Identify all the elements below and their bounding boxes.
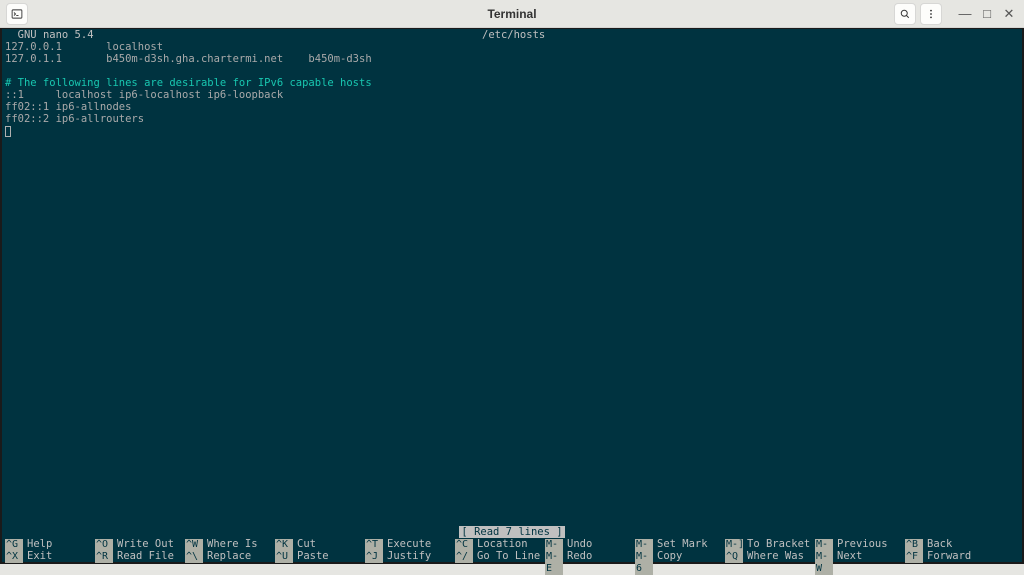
shortcut-item: ^\ Replace (185, 550, 275, 562)
shortcut-label: Execute (387, 538, 431, 550)
shortcut-item: M-ERedo (545, 550, 635, 562)
shortcut-label: Read File (117, 550, 174, 562)
shortcut-key: ^J (365, 551, 383, 563)
shortcut-item: M-WNext (815, 550, 905, 562)
shortcut-label: Set Mark (657, 538, 708, 550)
shortcut-key: ^R (95, 551, 113, 563)
shortcut-key: M-6 (635, 551, 653, 575)
shortcut-label: Next (837, 550, 862, 562)
shortcut-label: Justify (387, 550, 431, 562)
shortcut-key: M-W (815, 551, 833, 575)
shortcut-label: Undo (567, 538, 592, 550)
shortcut-item: M-]To Bracket (725, 538, 815, 550)
terminal-area[interactable]: GNU nano 5.4 /etc/hosts 127.0.0.1 localh… (0, 28, 1024, 564)
shortcut-item: ^X Exit (5, 550, 95, 562)
shortcut-label: Previous (837, 538, 888, 550)
shortcut-key: ^F (905, 551, 923, 563)
shortcut-item: ^TExecute (365, 538, 455, 550)
shortcut-item: ^KCut (275, 538, 365, 550)
shortcut-label: Forward (927, 550, 971, 562)
maximize-button[interactable]: □ (978, 5, 996, 23)
shortcut-label: Go To Line (477, 550, 540, 562)
shortcut-item: ^Q Where Was (725, 550, 815, 562)
shortcut-item: ^CLocation (455, 538, 545, 550)
shortcut-key: M-E (545, 551, 563, 575)
shortcut-label: Help (27, 538, 52, 550)
shortcut-label: Paste (297, 550, 329, 562)
shortcut-label: Exit (27, 550, 52, 562)
shortcut-label: To Bracket (747, 538, 810, 550)
shortcut-label: Location (477, 538, 528, 550)
shortcut-label: Redo (567, 550, 592, 562)
close-button[interactable]: ✕ (1000, 5, 1018, 23)
search-icon[interactable] (894, 3, 916, 25)
minimize-button[interactable]: — (956, 5, 974, 23)
shortcut-label: Copy (657, 550, 682, 562)
menu-icon[interactable] (920, 3, 942, 25)
shortcut-item: ^OWrite Out (95, 538, 185, 550)
shortcut-item: M-QPrevious (815, 538, 905, 550)
nano-filename: /etc/hosts (482, 29, 545, 41)
shortcut-key: ^X (5, 551, 23, 563)
shortcut-item: ^/ Go To Line (455, 550, 545, 562)
shortcut-key: ^U (275, 551, 293, 563)
shortcut-label: Cut (297, 538, 316, 550)
shortcut-key: ^/ (455, 551, 473, 563)
shortcut-item: ^GHelp (5, 538, 95, 550)
shortcut-item: ^J Justify (365, 550, 455, 562)
shortcut-label: Back (927, 538, 952, 550)
window-titlebar: Terminal — □ ✕ (0, 0, 1024, 28)
shortcut-item: M-6Copy (635, 550, 725, 562)
shortcut-item: M-ASet Mark (635, 538, 725, 550)
nano-titlebar: GNU nano 5.4 /etc/hosts (2, 29, 1022, 41)
shortcut-item: ^WWhere Is (185, 538, 275, 550)
shortcut-key: ^\ (185, 551, 203, 563)
nano-version: GNU nano 5.4 (5, 29, 94, 41)
shortcut-item: ^BBack (905, 538, 995, 550)
window-title: Terminal (0, 7, 1024, 21)
shortcut-label: Where Is (207, 538, 258, 550)
shortcut-item: ^F Forward (905, 550, 995, 562)
cursor (5, 126, 11, 137)
shortcut-label: Where Was (747, 550, 804, 562)
nano-shortcuts: ^GHelp^X Exit ^OWrite Out^R Read File ^WWher… (2, 538, 1022, 562)
nano-status: [ Read 7 lines ] (2, 526, 1022, 538)
shortcut-label: Write Out (117, 538, 174, 550)
shortcut-item: M-UUndo (545, 538, 635, 550)
file-content[interactable]: 127.0.0.1 localhost 127.0.1.1 b450m-d3sh… (2, 41, 1022, 526)
shortcut-item: ^R Read File (95, 550, 185, 562)
shortcut-label: Replace (207, 550, 251, 562)
terminal-icon[interactable] (6, 3, 28, 25)
shortcut-item: ^U Paste (275, 550, 365, 562)
shortcut-key: ^Q (725, 551, 743, 563)
